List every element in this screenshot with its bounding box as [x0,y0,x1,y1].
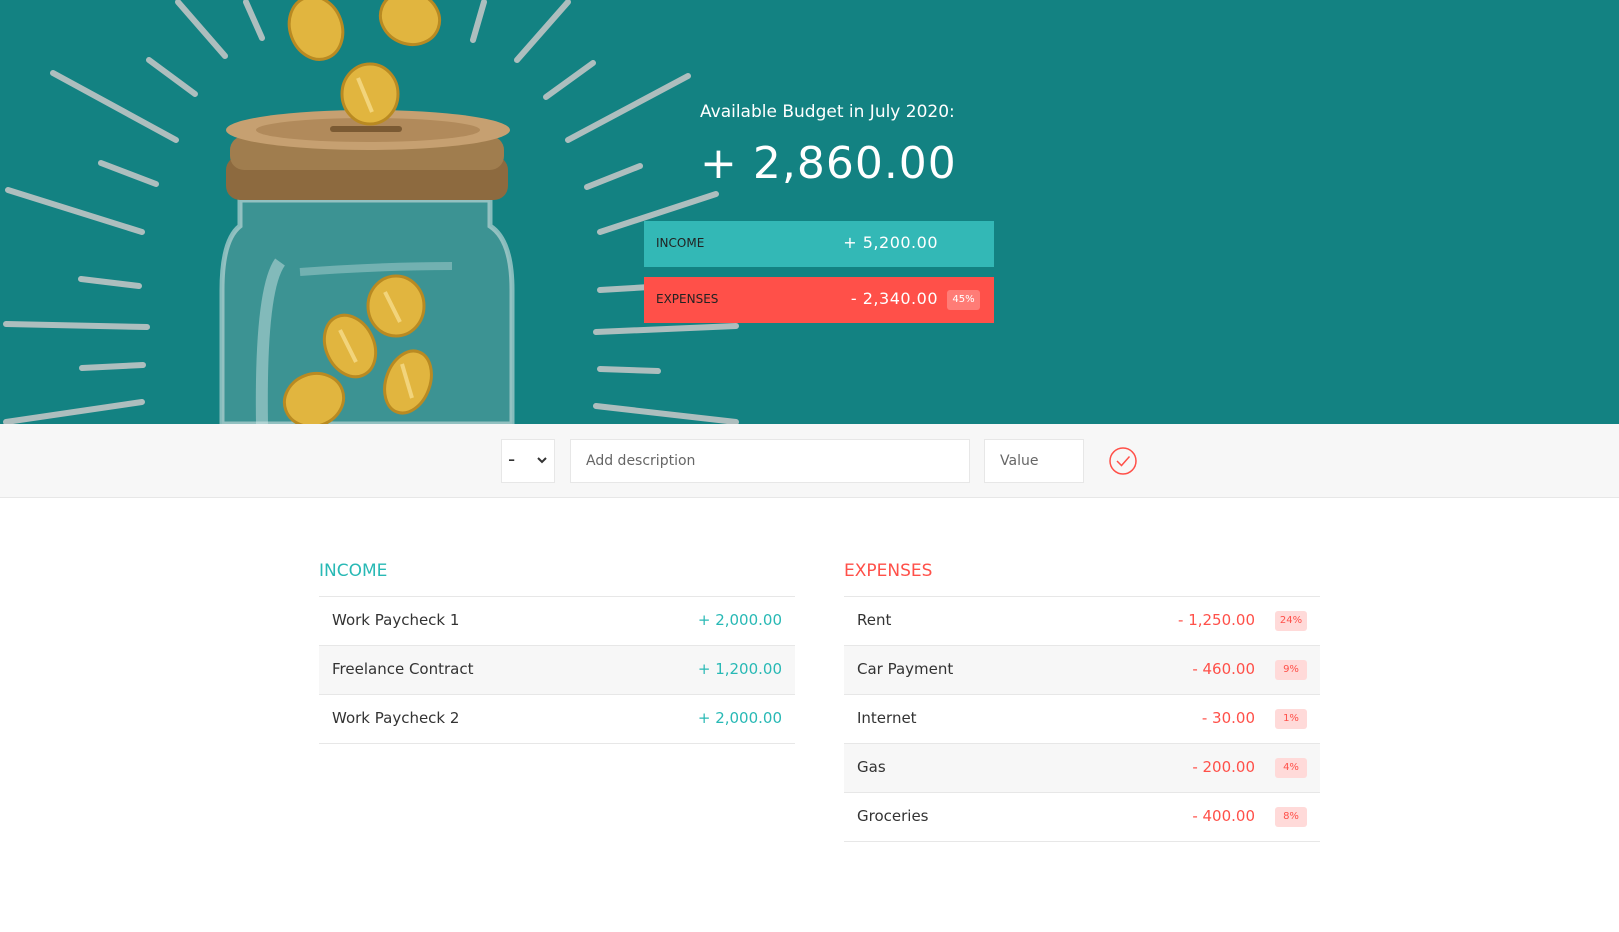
income-summary: Income + 5,200.00 [644,221,994,267]
item-percentage-badge: 9% [1275,660,1307,680]
expense-item[interactable]: Car Payment - 460.00 9% [844,646,1320,695]
chevron-down-icon [537,457,547,464]
description-input[interactable] [570,439,970,483]
budget-value: + 2,860.00 [700,138,957,189]
item-description: Internet [857,709,917,727]
expenses-summary: Expenses - 2,340.00 45% [644,277,994,323]
expenses-summary-value: - 2,340.00 [850,289,938,308]
value-input[interactable] [984,439,1084,483]
budget-title: Available Budget in July 2020: [700,102,955,122]
expenses-percentage-badge: 45% [947,290,980,310]
income-summary-label: Income [656,236,705,250]
item-percentage-badge: 1% [1275,709,1307,729]
item-description: Work Paycheck 1 [332,611,460,629]
expense-item[interactable]: Internet - 30.00 1% [844,695,1320,744]
item-value: - 400.00 [1192,807,1255,825]
item-description: Groceries [857,807,929,825]
type-select-value: - [508,447,516,471]
item-value: + 1,200.00 [697,660,782,678]
income-list: Income Work Paycheck 1 + 2,000.00 Freela… [319,560,795,744]
checkmark-circle-icon[interactable] [1108,446,1138,476]
income-item[interactable]: Freelance Contract + 1,200.00 [319,646,795,695]
expenses-list: Expenses Rent - 1,250.00 24% Car Payment… [844,560,1320,842]
money-jar-illustration [3,0,739,424]
expenses-summary-label: Expenses [656,292,719,306]
income-summary-value: + 5,200.00 [843,233,938,252]
item-percentage-badge: 24% [1275,611,1307,631]
expense-item[interactable]: Rent - 1,250.00 24% [844,597,1320,646]
item-value: + 2,000.00 [697,709,782,727]
item-percentage-badge: 8% [1275,807,1307,827]
item-description: Work Paycheck 2 [332,709,460,727]
add-item-bar: - [0,424,1619,498]
item-description: Rent [857,611,892,629]
income-item[interactable]: Work Paycheck 1 + 2,000.00 [319,597,795,646]
item-description: Car Payment [857,660,954,678]
item-description: Freelance Contract [332,660,474,678]
item-value: - 200.00 [1192,758,1255,776]
item-value: - 30.00 [1201,709,1255,727]
income-item[interactable]: Work Paycheck 2 + 2,000.00 [319,695,795,744]
item-value: - 460.00 [1192,660,1255,678]
income-title: Income [319,561,388,581]
item-description: Gas [857,758,886,776]
type-select[interactable]: - [501,439,555,483]
budget-header: Available Budget in July 2020: + 2,860.0… [0,0,1619,424]
expenses-title: Expenses [844,561,933,581]
expense-item[interactable]: Gas - 200.00 4% [844,744,1320,793]
expense-item[interactable]: Groceries - 400.00 8% [844,793,1320,842]
item-value: + 2,000.00 [697,611,782,629]
item-value: - 1,250.00 [1178,611,1255,629]
item-percentage-badge: 4% [1275,758,1307,778]
